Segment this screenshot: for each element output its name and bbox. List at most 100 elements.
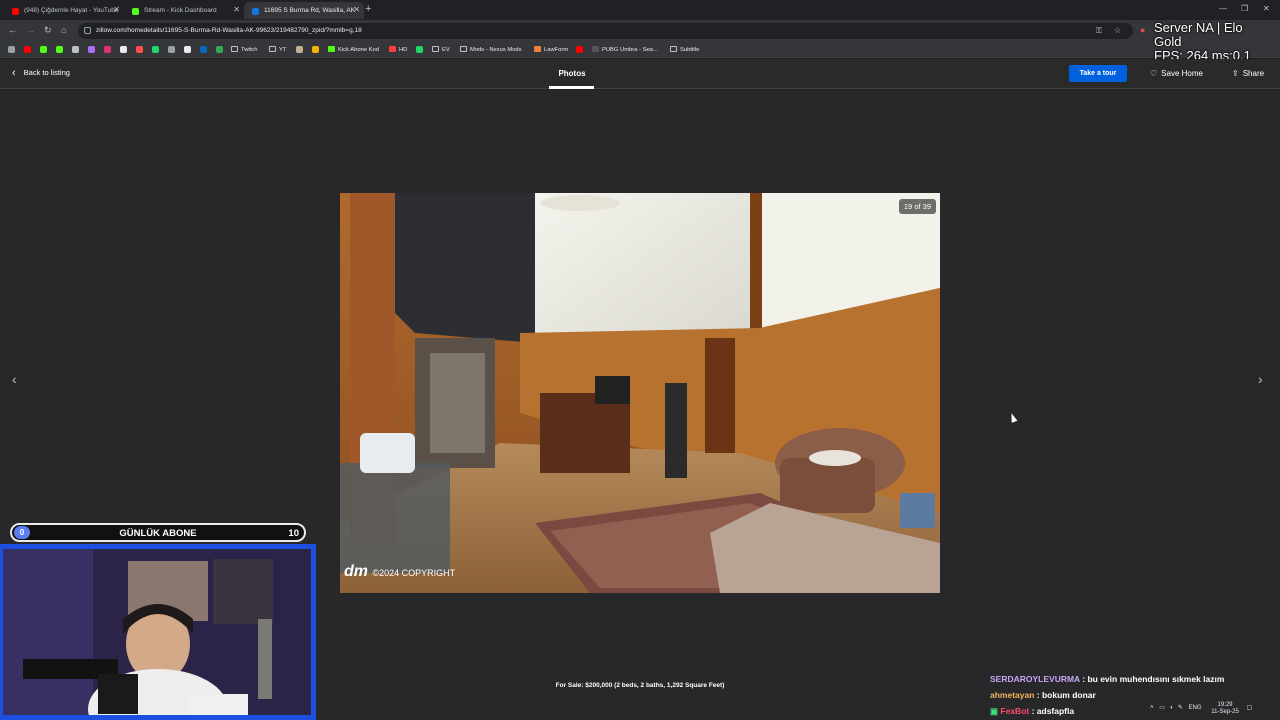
chat-text: bu evin muhendısını sıkmek lazım <box>1087 674 1225 684</box>
maps-icon[interactable] <box>216 46 223 53</box>
tab-label: Stream - Kick Dashboard <box>144 7 217 14</box>
bookmark-icon[interactable] <box>184 46 191 53</box>
pubg-icon <box>592 46 599 52</box>
youtube-icon <box>12 8 19 15</box>
webcam-feed <box>0 544 316 720</box>
folder-icon <box>670 46 677 52</box>
minimize-button[interactable]: — <box>1219 4 1227 13</box>
tab-label: 11695 S Burma Rd, Wasilla, AK <box>264 7 356 14</box>
password-key-icon[interactable]: ⚿ <box>1096 26 1102 36</box>
pen-icon[interactable]: ✎ <box>1178 705 1183 711</box>
bookmark-icon[interactable] <box>168 46 175 53</box>
folder-icon <box>269 46 276 52</box>
tumblr-icon[interactable] <box>136 46 143 53</box>
active-tab-indicator <box>549 86 594 89</box>
clock[interactable]: 19:29 11-Sep-25 <box>1211 702 1239 716</box>
zillow-icon <box>252 8 259 15</box>
tab-label: (948) Çiğdemle Hayat - YouTube <box>24 7 119 14</box>
close-icon[interactable]: ✕ <box>233 5 240 14</box>
daily-sub-goal-bar: 0 GÜNLÜK ABONE 10 <box>10 523 306 542</box>
sub-goal-target: 10 <box>288 528 299 539</box>
extension-icon[interactable]: ● <box>1140 25 1145 35</box>
bookmark-ev[interactable]: EV <box>432 46 450 53</box>
chat-message: ahmetayan : bokum donar <box>990 690 1096 700</box>
back-icon[interactable]: ← <box>8 25 17 35</box>
bookmarks-bar: Twitch YT Kick Abone Kod HD EV Mods - Ne… <box>0 42 1280 58</box>
network-icon[interactable]: ▭ <box>1159 705 1165 711</box>
photo-counter: 19 of 39 <box>898 199 936 214</box>
bookmark-hd[interactable]: HD <box>389 46 407 53</box>
clock-date: 11-Sep-25 <box>1211 709 1239 715</box>
linkedin-icon[interactable] <box>200 46 207 53</box>
youtube-icon[interactable] <box>576 46 583 53</box>
bookmark-subtitle[interactable]: Subtitle <box>670 46 699 53</box>
bookmark-lawform[interactable]: LawForm <box>534 46 568 53</box>
close-window-button[interactable]: ✕ <box>1263 4 1270 13</box>
watermark-logo: dm <box>344 563 368 580</box>
bookmark-kick-abone[interactable]: Kick Abone Kod <box>328 46 379 53</box>
sub-goal-title: GÜNLÜK ABONE <box>119 528 197 539</box>
system-tray: ˄ ▭ ◖ ✎ ENG 19:29 11-Sep-25 ▢ <box>1150 702 1252 716</box>
new-tab-button[interactable]: + <box>365 3 371 15</box>
volume-icon[interactable]: ◖ <box>1170 705 1174 711</box>
kick-icon[interactable] <box>56 46 63 53</box>
folder-icon <box>231 46 238 52</box>
home-icon[interactable]: ⌂ <box>61 25 66 35</box>
language-indicator[interactable]: ENG <box>1189 705 1202 711</box>
chat-text: bokum donar <box>1041 690 1096 700</box>
chat-username: SERDAROYLEVURMA <box>990 674 1080 684</box>
apps-icon[interactable] <box>8 46 15 53</box>
kick-icon[interactable] <box>40 46 47 53</box>
close-icon[interactable]: ✕ <box>113 5 120 14</box>
folder-icon <box>432 46 439 52</box>
chevron-left-icon: ‹ <box>12 67 16 79</box>
instagram-icon[interactable] <box>104 46 111 53</box>
chat-username: FexBot <box>1000 706 1030 716</box>
lawform-icon <box>534 46 541 52</box>
restore-button[interactable]: ❐ <box>1241 4 1248 13</box>
tab-youtube[interactable]: (948) Çiğdemle Hayat - YouTube ✕ <box>4 2 124 19</box>
bookmark-icon[interactable] <box>312 46 319 53</box>
share-button[interactable]: ⇪ Share <box>1232 69 1264 78</box>
bookmark-pubg[interactable]: PUBG Umbra - Sea... <box>592 46 658 53</box>
url-text: zillow.com/homedetails/11695-S-Burma-Rd-… <box>96 27 362 34</box>
listing-photo[interactable]: 19 of 39 dm ©2024 COPYRIGHT <box>340 193 940 593</box>
next-photo-arrow-icon[interactable]: › <box>1258 371 1263 387</box>
back-to-listing-link[interactable]: ‹ Back to listing <box>12 67 70 79</box>
living-room-photo <box>340 193 940 593</box>
tray-chevron-icon[interactable]: ˄ <box>1150 705 1154 711</box>
reload-icon[interactable]: ↻ <box>44 25 52 36</box>
close-icon[interactable]: ✕ <box>353 5 360 14</box>
bookmark-twitch[interactable]: Twitch <box>231 46 257 53</box>
forward-icon[interactable]: → <box>26 25 35 35</box>
notification-icon[interactable]: ▢ <box>1246 705 1252 711</box>
bookmark-icon[interactable] <box>296 46 303 53</box>
twitch-icon[interactable] <box>88 46 95 53</box>
site-info-icon[interactable] <box>84 27 91 34</box>
settings-icon[interactable] <box>72 46 79 53</box>
tab-kick[interactable]: Stream - Kick Dashboard ✕ <box>124 2 244 19</box>
clock-time: 19:29 <box>1217 702 1233 708</box>
bookmark-nexus[interactable]: Mods - Nexus Mods <box>460 46 522 53</box>
bookmark-yt[interactable]: YT <box>269 46 286 53</box>
tab-zillow[interactable]: 11695 S Burma Rd, Wasilla, AK ✕ <box>244 2 364 19</box>
heart-icon: ♡ <box>1150 69 1158 78</box>
bookmark-icon[interactable] <box>416 46 423 53</box>
previous-photo-arrow-icon[interactable]: ‹ <box>12 371 17 387</box>
youtube-icon[interactable] <box>24 46 31 53</box>
chat-text: adsfapfla <box>1036 706 1075 716</box>
kick-icon <box>132 8 139 15</box>
tab-photos[interactable]: Photos <box>548 69 596 78</box>
address-bar[interactable]: zillow.com/homedetails/11695-S-Burma-Rd-… <box>78 23 1133 39</box>
x-icon[interactable] <box>120 46 127 53</box>
take-a-tour-button[interactable]: Take a tour <box>1069 65 1127 82</box>
whatsapp-icon[interactable] <box>152 46 159 53</box>
bot-icon: ▣ <box>990 706 999 716</box>
chat-username: ahmetayan <box>990 690 1035 700</box>
folder-icon <box>460 46 467 52</box>
photo-watermark: dm ©2024 COPYRIGHT <box>344 563 455 581</box>
bookmark-star-icon[interactable]: ☆ <box>1114 26 1121 35</box>
tab-bar: (948) Çiğdemle Hayat - YouTube ✕ Stream … <box>0 0 1280 20</box>
chat-message: SERDAROYLEVURMA : bu evin muhendısını sı… <box>990 674 1225 684</box>
save-home-button[interactable]: ♡ Save Home <box>1150 69 1203 78</box>
